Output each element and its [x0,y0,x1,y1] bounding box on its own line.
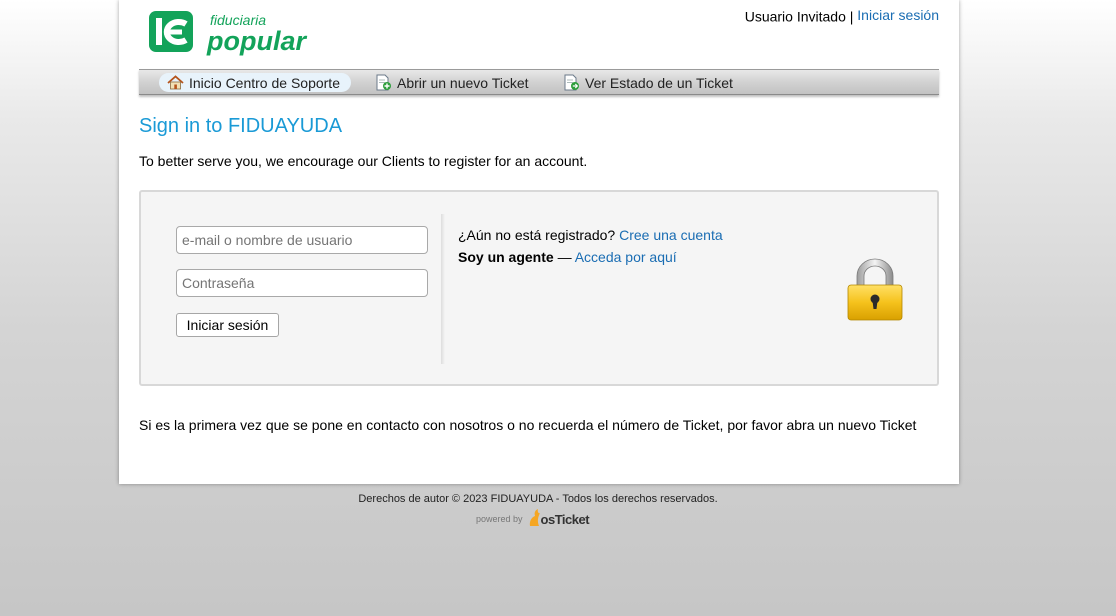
ticket-status-icon [564,74,579,91]
page-intro: To better serve you, we encourage our Cl… [139,153,588,169]
powered-by-label: powered by [476,514,523,524]
nav-item-home[interactable]: Inicio Centro de Soporte [159,73,351,92]
agent-label: Soy un agente [458,249,554,265]
user-bar: Usuario Invitado | Iniciar sesión [745,7,939,24]
guest-label: Usuario Invitado [744,8,846,25]
userbar-separator: | [849,8,854,25]
nav-item-new-ticket[interactable]: Abrir un nuevo Ticket [367,73,537,92]
nav-bar: Inicio Centro de Soporte Abrir un nuevo … [139,69,939,95]
login-divider [441,214,445,364]
home-icon [167,75,184,90]
new-ticket-note: Si es la primera vez que se pone en cont… [139,417,917,433]
kangaroo-icon [529,509,540,526]
agent-dash: — [557,249,572,265]
nav-item-label: Abrir un nuevo Ticket [397,74,529,91]
login-box: Iniciar sesión ¿Aún no está registrado? … [139,190,939,386]
register-line: ¿Aún no está registrado? Cree una cuenta [458,227,723,243]
nav-item-ticket-status[interactable]: Ver Estado de un Ticket [555,73,741,92]
padlock-icon [847,258,903,321]
agent-login-link[interactable]: Acceda por aquí [575,249,677,265]
copyright: Derechos de autor © 2023 FIDUAYUDA - Tod… [358,493,718,505]
agent-line: Soy un agente — Acceda por aquí [458,249,677,265]
signin-button[interactable]: Iniciar sesión [176,313,279,337]
page-title: Sign in to FIDUAYUDA [139,115,343,137]
username-input[interactable] [176,226,428,254]
register-link[interactable]: Cree una cuenta [619,227,723,243]
fiduciaria-popular-logo[interactable]: fiduciaria popular [148,10,308,56]
password-input[interactable] [176,269,428,297]
brand-line2: popular [206,26,307,56]
osticket-wordmark: osTicket [540,512,590,527]
signin-link[interactable]: Iniciar sesión [857,7,939,23]
new-ticket-icon [376,74,391,91]
powered-by-osticket[interactable]: powered by osTicket [476,507,590,527]
register-prompt: ¿Aún no está registrado? [458,227,616,243]
main-container: fiduciaria popular Usuario Invitado | In… [119,0,959,484]
nav-item-label: Inicio Centro de Soporte [189,74,340,91]
nav-item-label: Ver Estado de un Ticket [585,74,733,91]
